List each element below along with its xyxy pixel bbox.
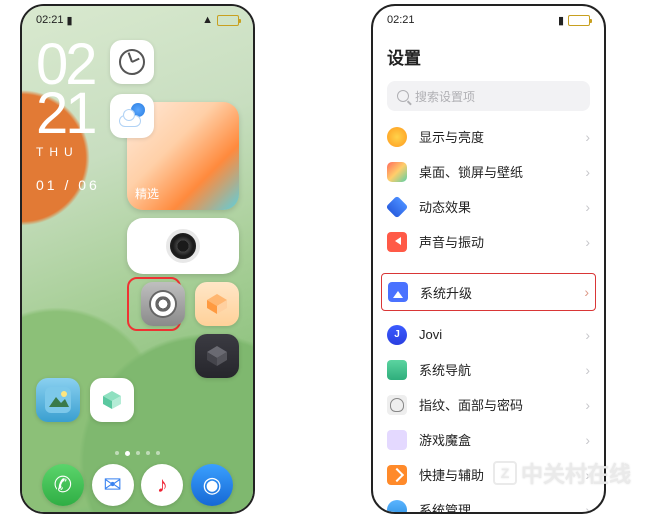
- shortcut-icon: [387, 465, 407, 485]
- dark-cube-icon: [205, 344, 229, 368]
- settings-app-icon[interactable]: [141, 282, 185, 326]
- wifi-icon: ▲: [202, 14, 213, 26]
- page-indicator: [22, 451, 253, 456]
- settings-item-upgrade[interactable]: 系统升级 ›: [381, 273, 596, 311]
- chevron-right-icon: ›: [585, 129, 590, 145]
- fingerprint-icon: [387, 395, 407, 415]
- green-cube-app-icon[interactable]: [90, 378, 134, 422]
- landscape-icon: [45, 387, 71, 413]
- settings-item-game[interactable]: 游戏魔盒 ›: [387, 422, 590, 457]
- music-app-icon[interactable]: ♪: [141, 464, 183, 506]
- phone-app-icon[interactable]: ✆: [42, 464, 84, 506]
- chevron-right-icon: ›: [585, 234, 590, 250]
- phone-settings: 02:21 ▮ 设置 搜索设置项 显示与亮度 › 桌面、锁屏与壁纸 ›: [371, 4, 606, 514]
- page-title: 设置: [387, 44, 590, 69]
- weather-icon: [119, 103, 145, 129]
- messages-app-icon[interactable]: ✉: [92, 464, 134, 506]
- status-bar: 02:21 ▮ ▲: [22, 6, 253, 34]
- settings-item-biometrics[interactable]: 指纹、面部与密码 ›: [387, 387, 590, 422]
- search-input[interactable]: 搜索设置项: [387, 81, 590, 111]
- wallpaper-icon: [387, 162, 407, 182]
- settings-item-dynamic[interactable]: 动态效果 ›: [387, 189, 590, 224]
- gear-icon: [151, 292, 175, 316]
- upgrade-icon: [388, 282, 408, 302]
- camera-widget[interactable]: [127, 218, 239, 274]
- nav-icon: [387, 360, 407, 380]
- display-icon: [387, 127, 407, 147]
- jovi-icon: J: [387, 325, 407, 345]
- search-placeholder: 搜索设置项: [415, 88, 475, 105]
- game-icon: [387, 430, 407, 450]
- dynamic-icon: [387, 197, 407, 217]
- gallery-app-icon[interactable]: [36, 378, 80, 422]
- status-time: 02:21: [36, 14, 64, 26]
- chevron-right-icon: ›: [585, 432, 590, 448]
- search-icon: [397, 90, 409, 102]
- green-cube-icon: [100, 388, 124, 412]
- signal-icon: ▮: [558, 14, 564, 27]
- settings-item-nav[interactable]: 系统导航 ›: [387, 352, 590, 387]
- chevron-right-icon: ›: [585, 397, 590, 413]
- watermark: Z 中关村在线: [493, 457, 631, 489]
- sound-icon: [387, 232, 407, 252]
- browser-app-icon[interactable]: ◉: [191, 464, 233, 506]
- cube-icon: [205, 292, 229, 316]
- dock: ✆ ✉ ♪ ◉: [22, 464, 253, 506]
- settings-item-wallpaper[interactable]: 桌面、锁屏与壁纸 ›: [387, 154, 590, 189]
- clock-minutes: 21: [36, 89, 100, 138]
- battery-icon: [217, 15, 239, 26]
- system-icon: [387, 500, 407, 514]
- status-bar: 02:21 ▮: [373, 6, 604, 34]
- watermark-logo-icon: Z: [493, 461, 517, 485]
- chevron-right-icon: ›: [585, 502, 590, 514]
- clock-widget[interactable]: 02 21 THU 01 / 06: [36, 40, 100, 193]
- settings-item-sound[interactable]: 声音与振动 ›: [387, 224, 590, 259]
- settings-item-display[interactable]: 显示与亮度 ›: [387, 119, 590, 154]
- clock-date: 01 / 06: [36, 177, 100, 193]
- clock-app-icon[interactable]: [110, 40, 154, 84]
- camera-lens-icon: [166, 229, 200, 263]
- battery-icon: [568, 15, 590, 26]
- chevron-right-icon: ›: [585, 362, 590, 378]
- chevron-right-icon: ›: [585, 327, 590, 343]
- chevron-right-icon: ›: [584, 284, 589, 300]
- phone-home: 02:21 ▮ ▲ 02 21 THU 01 / 06: [20, 4, 255, 514]
- dark-cube-app-icon[interactable]: [195, 334, 239, 378]
- analog-clock-icon: [119, 49, 145, 75]
- status-time: 02:21: [387, 14, 415, 26]
- watermark-text: 中关村在线: [521, 457, 631, 489]
- signal-icon: ▮: [67, 14, 73, 27]
- chevron-right-icon: ›: [585, 164, 590, 180]
- clock-weekday: THU: [36, 145, 100, 159]
- settings-list: 显示与亮度 › 桌面、锁屏与壁纸 › 动态效果 › 声音与振动 › 系统升级: [387, 119, 590, 514]
- settings-item-system[interactable]: 系统管理 ›: [387, 492, 590, 514]
- chevron-right-icon: ›: [585, 199, 590, 215]
- theme-app-icon[interactable]: [195, 282, 239, 326]
- weather-app-icon[interactable]: [110, 94, 154, 138]
- settings-item-jovi[interactable]: J Jovi ›: [387, 317, 590, 352]
